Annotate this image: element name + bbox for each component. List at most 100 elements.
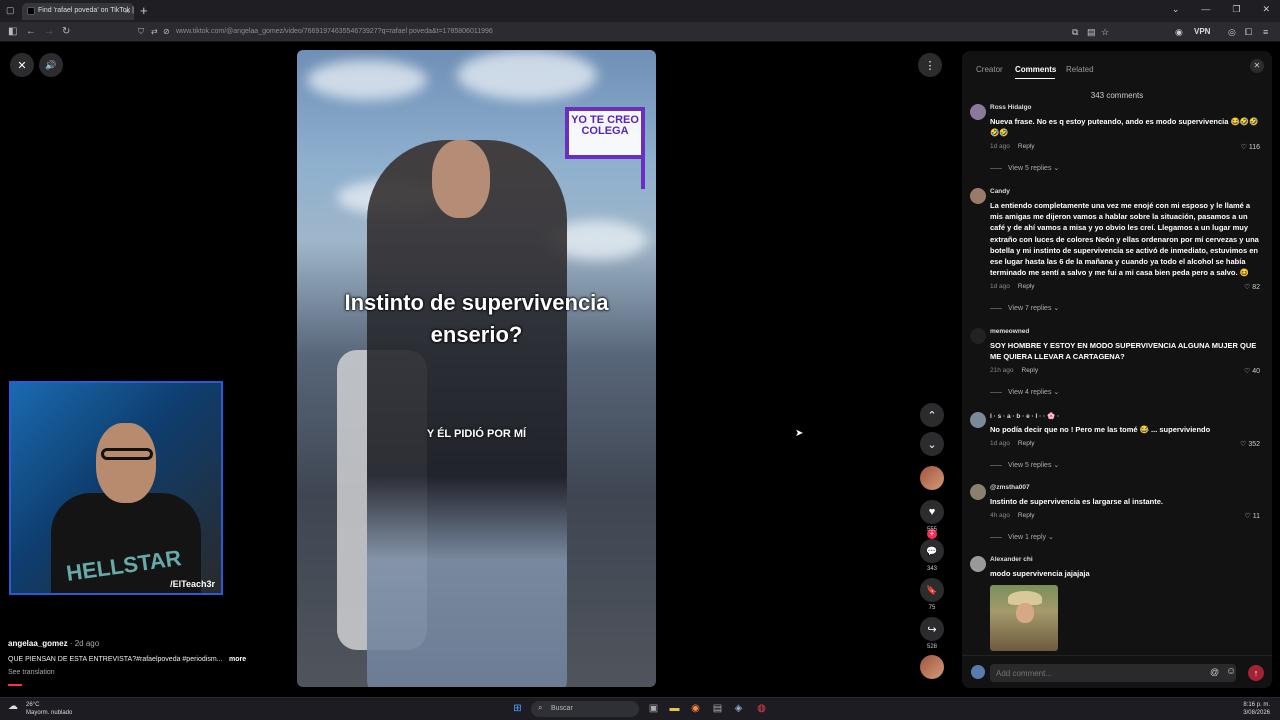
avatar[interactable] (970, 188, 986, 204)
reader-icon[interactable]: ▤ (1087, 27, 1096, 38)
comment-button[interactable]: 💬 (920, 539, 944, 563)
tab-creator[interactable]: Creator (976, 65, 1003, 74)
vpn-badge[interactable]: VPN (1194, 27, 1210, 36)
comment-likes[interactable]: ♡ 82 (1244, 283, 1260, 291)
comment-user[interactable]: Alexander chi (990, 556, 1033, 563)
window-controls: ⌄ — ❐ ✕ (1172, 4, 1270, 15)
menu-icon[interactable]: ≡ (1263, 27, 1268, 37)
url-field[interactable]: www.tiktok.com/@angelaa_gomez/video/7669… (176, 28, 493, 35)
mention-icon[interactable]: @ (1210, 667, 1219, 677)
back-icon[interactable]: ← (26, 26, 36, 37)
extensions-icon[interactable]: ⧠ (1245, 27, 1252, 38)
comment-likes[interactable]: ♡ 11 (1244, 512, 1260, 520)
view-replies-button[interactable]: View 7 replies ⌄ (990, 304, 1059, 312)
reply-button[interactable]: Reply (1018, 283, 1035, 290)
screenshot-icon[interactable]: ⧉ (1072, 27, 1078, 38)
video-description: QUE PIENSAN DE ESTA ENTREVISTA?#rafaelpo… (8, 656, 223, 663)
emoji-icon[interactable]: ☺ (1226, 666, 1236, 677)
store-icon[interactable]: ▤ (711, 702, 724, 715)
close-window-icon[interactable]: ✕ (1262, 4, 1270, 15)
tab-close-icon[interactable]: × (125, 6, 130, 16)
video-progress-bar[interactable] (8, 684, 22, 686)
see-translation-link[interactable]: See translation (8, 669, 55, 676)
tracking-icon[interactable]: ⊘ (163, 27, 170, 36)
task-view-icon[interactable]: ▣ (647, 702, 660, 715)
view-replies-button[interactable]: View 4 replies ⌄ (990, 388, 1059, 396)
like-count: 82 (1252, 284, 1260, 291)
like-count: 116 (1248, 144, 1260, 151)
bookmark-star-icon[interactable]: ☆ (1101, 27, 1109, 38)
reply-button[interactable]: Reply (1022, 367, 1039, 374)
avatar[interactable] (970, 484, 986, 500)
previous-video-button[interactable]: ⌃ (920, 403, 944, 427)
comment-likes[interactable]: ♡ 116 (1241, 143, 1260, 151)
comment-user[interactable]: memeowned (990, 328, 1029, 335)
chevron-up-icon: ⌃ (927, 409, 937, 422)
camera-icon[interactable]: ◉ (1175, 27, 1183, 38)
more-link[interactable]: more (229, 656, 246, 663)
comment-likes[interactable]: ♡ 40 (1244, 367, 1260, 375)
close-video-button[interactable]: ✕ (10, 53, 34, 77)
new-tab-button[interactable]: + (140, 3, 148, 18)
video-author[interactable]: angelaa_gomez · 2d ago (8, 639, 99, 648)
tab-list-icon[interactable]: ⌄ (1172, 4, 1180, 15)
comment-user[interactable]: Ross Hidalgo (990, 104, 1032, 111)
steam-icon[interactable]: ◈ (732, 702, 745, 715)
face-shape (1016, 603, 1034, 623)
video-player[interactable]: YO TE CREO COLEGA Instinto de superviven… (297, 50, 656, 687)
more-options-button[interactable]: ⋮ (918, 53, 942, 77)
site-settings-icon[interactable]: ⇄ (151, 27, 158, 36)
comment-user[interactable]: @zmstha007 (990, 484, 1030, 491)
reload-icon[interactable]: ↻ (62, 26, 70, 37)
taskbar-search[interactable]: ⌕ Buscar (531, 701, 639, 717)
like-count: 555 (926, 527, 937, 533)
reply-button[interactable]: Reply (1018, 440, 1035, 447)
sound-disc-avatar[interactable] (920, 655, 944, 679)
comment-count: 343 (926, 566, 937, 572)
comment-user[interactable]: I · s · a · b · e · l · · 🌸 · (990, 412, 1059, 420)
share-button[interactable]: ↪ (920, 617, 944, 641)
tab-actions-icon[interactable]: ▢ (6, 5, 15, 16)
logo-yo-te-creo-colega: YO TE CREO COLEGA (565, 107, 645, 159)
tab-comments[interactable]: Comments (1015, 65, 1056, 74)
avatar[interactable] (970, 328, 986, 344)
search-label: Buscar (551, 705, 573, 712)
reply-button[interactable]: Reply (1018, 143, 1035, 150)
reply-button[interactable]: Reply (1018, 512, 1035, 519)
minimize-icon[interactable]: — (1201, 4, 1210, 15)
avatar[interactable] (970, 556, 986, 572)
save-button[interactable]: 🔖 (920, 578, 944, 602)
browser-tab[interactable]: Find 'rafael poveda' on TikTok | × (22, 3, 134, 20)
view-replies-button[interactable]: View 1 reply ⌄ (990, 533, 1054, 541)
avatar[interactable] (970, 412, 986, 428)
comment-input[interactable] (990, 664, 1236, 682)
post-comment-button[interactable]: ↑ (1248, 665, 1264, 681)
panel-close-button[interactable]: ✕ (1250, 59, 1264, 73)
creator-avatar[interactable] (920, 466, 944, 490)
like-button[interactable]: ♥ (920, 500, 944, 524)
next-video-button[interactable]: ⌄ (920, 432, 944, 456)
tab-related[interactable]: Related (1066, 65, 1094, 74)
windows-start-icon[interactable]: ⊞ (511, 702, 524, 715)
system-clock[interactable]: 8:16 p. m. 3/08/2026 (1236, 701, 1270, 717)
app-icon[interactable]: ◍ (755, 702, 768, 715)
avatar[interactable] (970, 104, 986, 120)
comment-image[interactable] (990, 585, 1058, 651)
like-count: 40 (1252, 368, 1260, 375)
maximize-icon[interactable]: ❐ (1232, 4, 1240, 15)
view-replies-button[interactable]: View 5 replies ⌄ (990, 461, 1059, 469)
view-replies-button[interactable]: View 5 replies ⌄ (990, 164, 1059, 172)
author-name[interactable]: angelaa_gomez (8, 639, 68, 648)
comment-input-row: @ ☺ ↑ (962, 655, 1272, 688)
woman-face (432, 140, 490, 218)
sidebar-icon[interactable]: ◧ (8, 26, 17, 37)
comment-meta: 21h ago Reply (990, 367, 1038, 374)
shield-icon[interactable]: ⛉ (138, 27, 144, 37)
firefox-icon[interactable]: ◉ (689, 702, 702, 715)
comment-likes[interactable]: ♡ 352 (1240, 440, 1260, 448)
account-icon[interactable]: ◎ (1228, 27, 1236, 38)
file-explorer-icon[interactable]: ▬ (668, 702, 681, 715)
forward-icon[interactable]: → (44, 26, 54, 37)
comment-user[interactable]: Candy (990, 188, 1010, 195)
sound-button[interactable]: 🔊 (39, 53, 63, 77)
